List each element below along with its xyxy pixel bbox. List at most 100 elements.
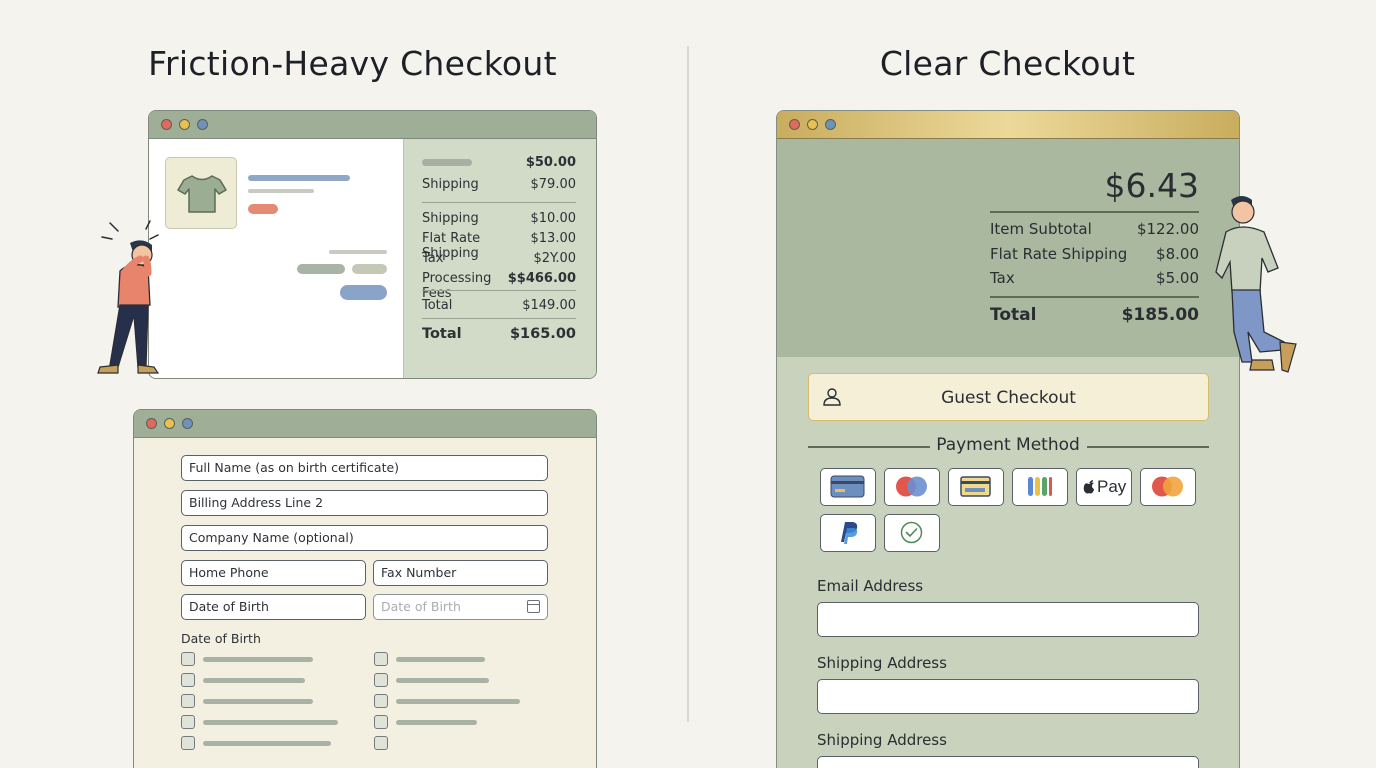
email-label: Email Address <box>817 577 924 595</box>
maximize-dot[interactable] <box>825 119 836 130</box>
subtotal-row: Total $149.00 <box>422 298 576 313</box>
summary-row: $50.00 <box>422 155 576 170</box>
summary-amount: $79.00 <box>530 177 577 192</box>
minimize-dot[interactable] <box>807 119 818 130</box>
minimize-dot[interactable] <box>179 119 190 130</box>
checkbox-label-placeholder <box>203 720 338 725</box>
shipping-address-input-2[interactable] <box>817 756 1199 768</box>
big-total-amount: $6.43 <box>1104 166 1199 205</box>
total-label: Total <box>990 305 1037 325</box>
summary-row: Tax $5.00 <box>990 269 1199 287</box>
checkbox[interactable] <box>181 715 195 729</box>
checkbox[interactable] <box>374 715 388 729</box>
window-titlebar <box>149 111 596 139</box>
button-placeholder-2[interactable] <box>352 264 387 274</box>
friction-form-window: Full Name (as on birth certificate) Bill… <box>133 409 597 768</box>
summary-label: Tax <box>990 269 1015 287</box>
date-placeholder: Date of Birth <box>381 599 461 614</box>
checkbox[interactable] <box>374 673 388 687</box>
total-amount: $165.00 <box>509 326 576 342</box>
checkbox[interactable] <box>374 652 388 666</box>
center-divider <box>687 46 689 722</box>
paypal-icon <box>841 522 858 544</box>
product-thumbnail[interactable] <box>165 157 237 229</box>
close-dot[interactable] <box>161 119 172 130</box>
maximize-dot[interactable] <box>197 119 208 130</box>
summary-divider <box>990 296 1199 298</box>
checkbox-label-placeholder <box>396 678 489 683</box>
product-sub-placeholder <box>248 189 314 193</box>
wallet-card-icon <box>960 476 991 497</box>
full-name-field[interactable]: Full Name (as on birth certificate) <box>181 455 548 481</box>
date-of-birth-field[interactable]: Date of Birth <box>181 594 366 620</box>
summary-amount: $8.00 <box>1156 245 1199 263</box>
fax-number-field[interactable]: Fax Number <box>373 560 548 586</box>
card-icon <box>830 475 865 498</box>
apple-pay-icon <box>1083 480 1094 494</box>
summary-label: Processing Fees <box>422 271 492 301</box>
verified-payment-button[interactable] <box>884 514 940 552</box>
checkbox-label-placeholder <box>203 699 313 704</box>
friction-heading: Friction-Heavy Checkout <box>148 44 557 83</box>
dob-section-label: Date of Birth <box>181 631 261 646</box>
total-label: Total <box>422 326 462 342</box>
checkbox[interactable] <box>181 652 195 666</box>
summary-amount: $122.00 <box>1136 220 1199 238</box>
mastercard-icon <box>1152 476 1183 497</box>
summary-row: Processing Fees $$466.00 <box>422 271 576 301</box>
checkbox-label-placeholder <box>396 720 477 725</box>
paypal-payment-button[interactable] <box>820 514 876 552</box>
close-dot[interactable] <box>146 418 157 429</box>
window-titlebar <box>134 410 596 438</box>
maximize-dot[interactable] <box>182 418 193 429</box>
summary-row: Shipping $79.00 <box>422 177 576 192</box>
check-icon <box>900 521 923 544</box>
checkbox[interactable] <box>181 736 195 750</box>
email-input[interactable] <box>817 602 1199 637</box>
guest-checkout-label: Guest Checkout <box>941 388 1076 408</box>
date-of-birth-picker[interactable]: Date of Birth <box>373 594 548 620</box>
product-title-placeholder <box>248 175 350 181</box>
subtotal-label: Total <box>422 298 453 313</box>
checkbox[interactable] <box>181 694 195 708</box>
tshirt-icon <box>177 175 227 213</box>
clear-checkout-window: $6.43 Item Subtotal $122.00 Flat Rate Sh… <box>776 110 1240 768</box>
calendar-icon[interactable] <box>527 600 540 613</box>
summary-row: Tax $2Y.00 <box>422 251 576 266</box>
minimize-dot[interactable] <box>164 418 175 429</box>
checkbox-label-placeholder <box>203 678 305 683</box>
subtotal-amount: $149.00 <box>522 298 576 313</box>
mastercard-payment-button[interactable] <box>884 468 940 506</box>
summary-amount: $$466.00 <box>507 271 576 286</box>
wallet-payment-button[interactable] <box>948 468 1004 506</box>
product-price-placeholder <box>248 204 278 214</box>
guest-checkout-button[interactable]: Guest Checkout <box>808 373 1209 421</box>
checkbox[interactable] <box>374 736 388 750</box>
summary-divider <box>422 318 576 319</box>
mastercard-icon <box>896 476 927 497</box>
summary-label: Item Subtotal <box>990 220 1092 238</box>
pay-button-placeholder[interactable] <box>340 285 387 300</box>
billing-line2-field[interactable]: Billing Address Line 2 <box>181 490 548 516</box>
summary-label: Flat Rate Shipping <box>990 245 1128 263</box>
checkbox[interactable] <box>374 694 388 708</box>
google-pay-icon <box>1028 477 1052 496</box>
apple-pay-button[interactable]: Pay <box>1076 468 1132 506</box>
checkbox-label-placeholder <box>396 657 485 662</box>
checkbox[interactable] <box>181 673 195 687</box>
card-payment-button[interactable] <box>820 468 876 506</box>
mastercard-alt-payment-button[interactable] <box>1140 468 1196 506</box>
shipping-address-input[interactable] <box>817 679 1199 714</box>
order-summary-panel: $50.00 Shipping $79.00 Shipping $10.00 F… <box>403 139 596 378</box>
google-pay-button[interactable] <box>1012 468 1068 506</box>
summary-row: Flat Rate Shipping $8.00 <box>990 245 1199 263</box>
line-placeholder <box>329 250 387 254</box>
button-placeholder-1[interactable] <box>297 264 345 274</box>
payment-method-title: Payment Method <box>936 435 1080 455</box>
checkbox-label-placeholder <box>203 741 331 746</box>
summary-label: Shipping <box>422 211 479 226</box>
checkbox-label-placeholder <box>203 657 313 662</box>
home-phone-field[interactable]: Home Phone <box>181 560 366 586</box>
close-dot[interactable] <box>789 119 800 130</box>
company-name-field[interactable]: Company Name (optional) <box>181 525 548 551</box>
